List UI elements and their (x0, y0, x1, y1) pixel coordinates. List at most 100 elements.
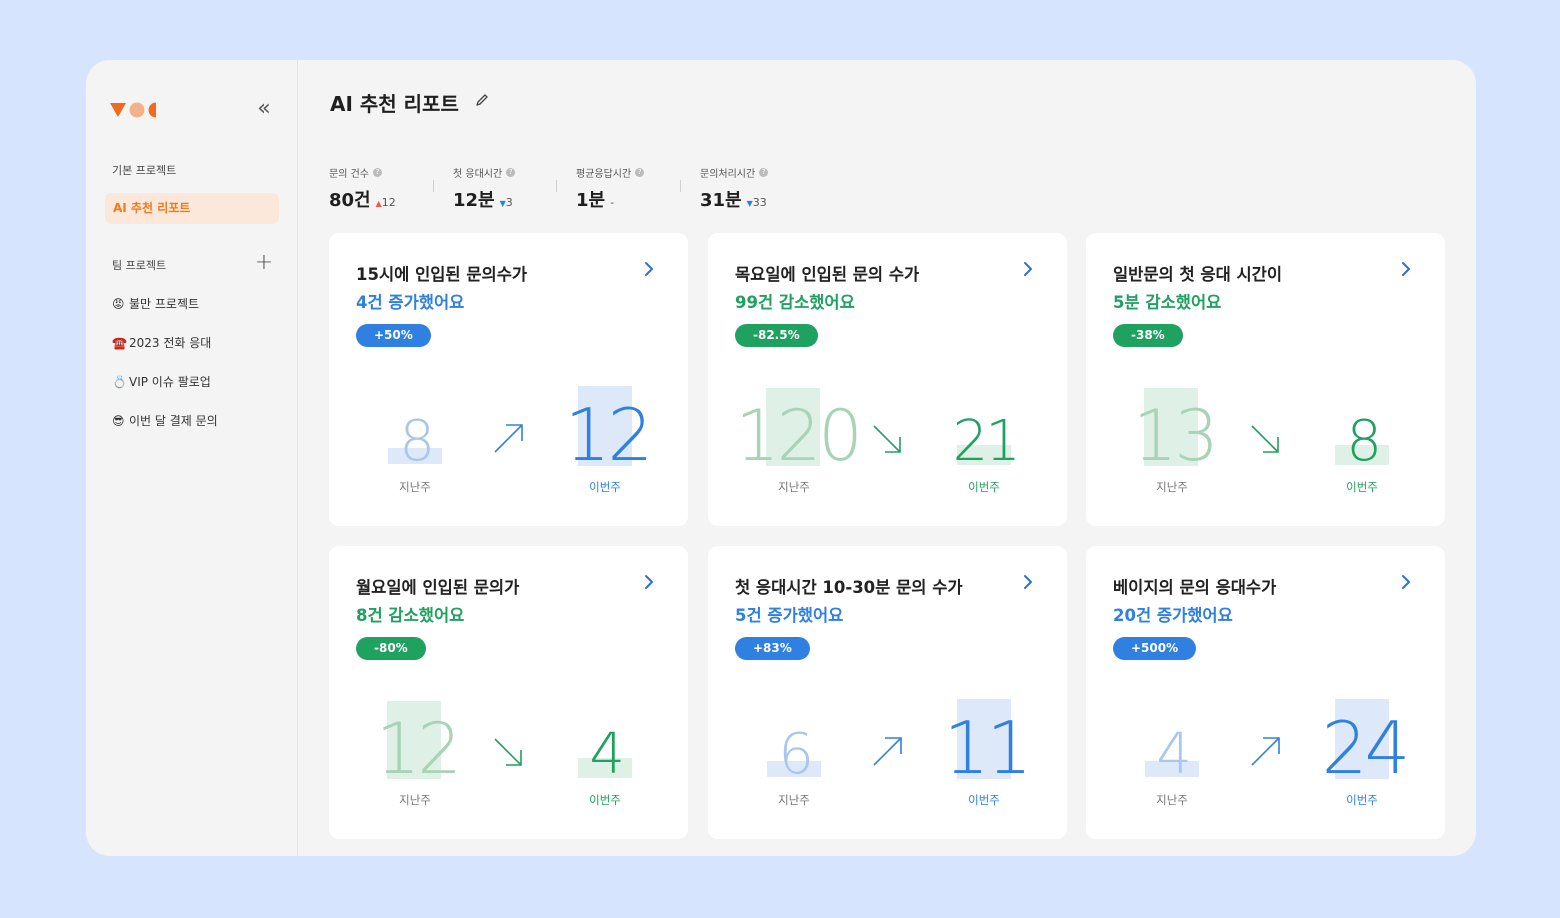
stat-process-time: 문의처리시간? 31분 ▼33 (700, 165, 769, 212)
card-title: 월요일에 인입된 문의가 (356, 578, 520, 597)
pencil-icon[interactable] (474, 92, 490, 108)
stat-delta: - (610, 196, 615, 209)
divider (680, 180, 681, 192)
report-card[interactable]: 첫 응대시간 10-30분 문의 수가 5건 증가했어요 +83% 6 11 지… (708, 546, 1067, 839)
sidebar-item-label: 불만 프로젝트 (129, 297, 200, 311)
report-card[interactable]: 15시에 인입된 문의수가 4건 증가했어요 +50% 8 12 지난주 이번주 (329, 233, 688, 526)
card-subtitle: 5분 감소했어요 (1113, 293, 1222, 312)
arrow-down-right-icon (873, 425, 901, 453)
ring-emoji-icon: 💍 (112, 375, 127, 389)
chevron-right-icon[interactable] (642, 574, 656, 590)
arrow-up-right-icon (873, 737, 902, 766)
prev-value: 13 (1132, 394, 1219, 477)
prev-caption: 지난주 (399, 480, 431, 494)
curr-value: 4 (589, 721, 625, 787)
stat-label: 첫 응대시간 (453, 169, 503, 180)
arrow-down-right-icon (1251, 425, 1279, 453)
help-icon[interactable]: ? (372, 168, 382, 177)
telephone-emoji-icon: ☎️ (112, 336, 127, 350)
stat-inquiry-count: 문의 건수? 80건 ▲12 (329, 165, 396, 212)
curr-value: 8 (1346, 408, 1382, 474)
sidebar-item-complaint[interactable]: 😡 불만 프로젝트 (112, 295, 199, 312)
card-title: 목요일에 인입된 문의 수가 (735, 265, 920, 284)
sidebar-item-ai-report[interactable]: AI 추천 리포트 (105, 193, 279, 224)
curr-value: 11 (943, 705, 1033, 790)
chevron-right-icon[interactable] (1399, 574, 1413, 590)
sidebar-item-phone[interactable]: ☎️ 2023 전화 응대 (112, 334, 211, 351)
curr-value: 21 (952, 408, 1021, 474)
chevron-right-icon[interactable] (1021, 574, 1035, 590)
prev-value: 8 (399, 408, 435, 474)
arrow-down-right-icon (494, 738, 522, 766)
prev-value: 120 (735, 394, 863, 477)
stat-label: 평균응답시간 (576, 169, 632, 180)
chevron-right-icon[interactable] (1399, 261, 1413, 277)
curr-caption: 이번주 (1346, 480, 1378, 494)
app-window: « 기본 프로젝트 AI 추천 리포트 팀 프로젝트 + 😡 불만 프로젝트 ☎️… (86, 60, 1476, 856)
stat-value: 12분 (453, 190, 495, 211)
help-icon[interactable]: ? (506, 168, 516, 177)
prev-value: 4 (1156, 721, 1192, 787)
change-badge: +500% (1113, 637, 1197, 660)
change-badge: +83% (735, 637, 810, 660)
prev-caption: 지난주 (1156, 793, 1188, 807)
card-subtitle: 20건 증가했어요 (1113, 606, 1233, 625)
report-card[interactable]: 베이지의 문의 응대수가 20건 증가했어요 +500% 4 24 지난주 이번… (1086, 546, 1445, 839)
help-icon[interactable]: ? (635, 168, 645, 177)
prev-value: 6 (778, 721, 814, 787)
card-title: 첫 응대시간 10-30분 문의 수가 (735, 578, 963, 597)
help-icon[interactable]: ? (759, 168, 769, 177)
sunglasses-emoji-icon: 😎 (112, 414, 125, 428)
sidebar-item-label: 이번 달 결제 문의 (129, 414, 218, 428)
section-title-base: 기본 프로젝트 (112, 164, 177, 177)
arrow-up-right-icon (494, 424, 523, 453)
angry-emoji-icon: 😡 (112, 297, 125, 311)
stat-delta: 33 (752, 196, 767, 209)
prev-value: 12 (375, 707, 462, 790)
stat-label: 문의처리시간 (700, 169, 756, 180)
change-badge: -82.5% (735, 324, 818, 347)
report-card[interactable]: 월요일에 인입된 문의가 8건 감소했어요 -80% 12 4 지난주 이번주 (329, 546, 688, 839)
divider (433, 180, 434, 192)
stat-first-response: 첫 응대시간? 12분 ▼3 (453, 165, 516, 212)
change-badge: -80% (356, 637, 426, 660)
sidebar-item-payment[interactable]: 😎 이번 달 결제 문의 (112, 412, 218, 429)
change-badge: -38% (1113, 324, 1183, 347)
collapse-sidebar-icon[interactable]: « (254, 98, 274, 120)
main-content: AI 추천 리포트 문의 건수? 80건 ▲12 첫 응대시간? 12분 ▼3 평균… (298, 60, 1476, 856)
report-card[interactable]: 목요일에 인입된 문의 수가 99건 감소했어요 -82.5% 120 21 지… (708, 233, 1067, 526)
card-subtitle: 99건 감소했어요 (735, 293, 855, 312)
prev-caption: 지난주 (1156, 480, 1188, 494)
card-title: 일반문의 첫 응대 시간이 (1113, 265, 1283, 284)
divider (556, 180, 557, 192)
brand-logo (110, 102, 156, 118)
card-subtitle: 5건 증가했어요 (735, 606, 844, 625)
stat-value: 80건 (329, 190, 371, 211)
curr-caption: 이번주 (589, 793, 621, 807)
sidebar-item-label: 2023 전화 응대 (129, 336, 212, 350)
curr-caption: 이번주 (968, 480, 1000, 494)
chevron-right-icon[interactable] (1021, 261, 1035, 277)
chevron-right-icon[interactable] (642, 261, 656, 277)
curr-caption: 이번주 (968, 793, 1000, 807)
prev-caption: 지난주 (778, 480, 810, 494)
sidebar: « 기본 프로젝트 AI 추천 리포트 팀 프로젝트 + 😡 불만 프로젝트 ☎️… (86, 60, 298, 856)
curr-caption: 이번주 (589, 480, 621, 494)
sidebar-item-label: VIP 이슈 팔로업 (129, 375, 211, 389)
section-title-team: 팀 프로젝트 (112, 259, 167, 272)
stat-delta: 3 (505, 196, 513, 209)
stat-value: 31분 (700, 190, 742, 211)
add-project-icon[interactable]: + (254, 252, 274, 274)
sidebar-item-vip[interactable]: 💍 VIP 이슈 팔로업 (112, 373, 211, 390)
curr-caption: 이번주 (1346, 793, 1378, 807)
curr-value: 12 (564, 392, 654, 477)
change-badge: +50% (356, 324, 431, 347)
curr-value: 24 (1321, 705, 1411, 790)
stat-value: 1분 (576, 190, 606, 211)
prev-caption: 지난주 (399, 793, 431, 807)
stat-label: 문의 건수 (329, 169, 369, 180)
page-title: AI 추천 리포트 (330, 92, 459, 116)
report-card[interactable]: 일반문의 첫 응대 시간이 5분 감소했어요 -38% 13 8 지난주 이번주 (1086, 233, 1445, 526)
card-subtitle: 4건 증가했어요 (356, 293, 465, 312)
prev-caption: 지난주 (778, 793, 810, 807)
